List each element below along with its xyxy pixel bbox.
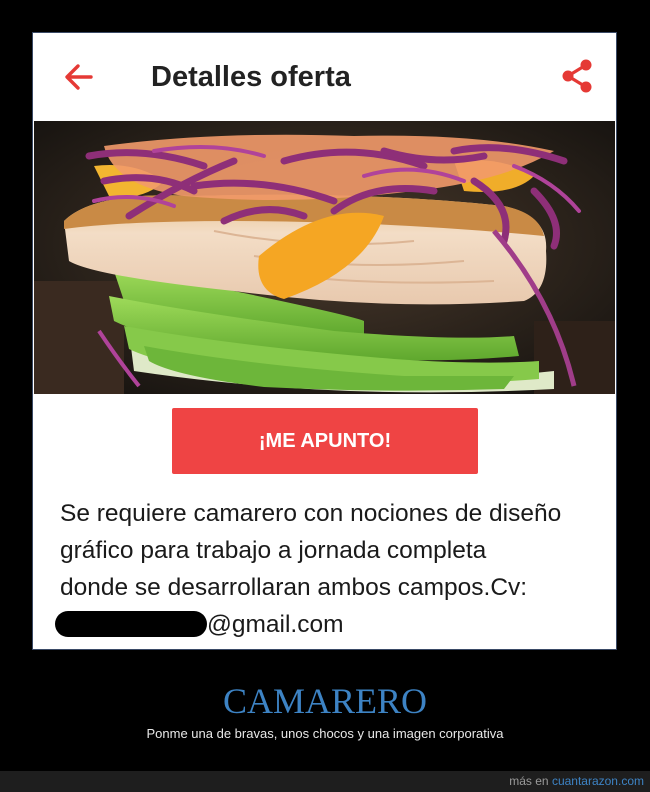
share-icon bbox=[562, 59, 592, 93]
app-header: Detalles oferta bbox=[33, 33, 616, 121]
site-link[interactable]: cuantarazon.com bbox=[552, 774, 644, 788]
app-screen: Detalles oferta ¡ME APUNTO! Se requiere … bbox=[32, 32, 617, 650]
share-button[interactable] bbox=[558, 57, 596, 95]
offer-photo bbox=[34, 121, 615, 394]
footer-prefix: más en bbox=[509, 774, 549, 788]
offer-description: Se requiere camarero con nociones de dis… bbox=[55, 495, 600, 643]
apply-button[interactable]: ¡ME APUNTO! bbox=[172, 408, 478, 474]
site-footer: más en cuantarazon.com bbox=[0, 771, 650, 792]
caption-title: CAMARERO bbox=[222, 681, 428, 721]
email-suffix: @gmail.com bbox=[207, 611, 344, 638]
description-line: gráfico para trabajo a jornada completa bbox=[60, 537, 487, 564]
footer-text: más en cuantarazon.com bbox=[509, 774, 644, 788]
description-line: donde se desarrollaran ambos campos.Cv: bbox=[60, 574, 528, 601]
description-line: Se requiere camarero con nociones de dis… bbox=[60, 500, 562, 527]
redaction-bar bbox=[55, 611, 207, 637]
page-title: Detalles oferta bbox=[151, 61, 351, 93]
back-button[interactable] bbox=[61, 59, 97, 95]
arrow-left-icon bbox=[65, 64, 93, 90]
email-line: @gmail.com bbox=[55, 606, 600, 643]
caption-subtitle: Ponme una de bravas, unos chocos y una i… bbox=[146, 726, 504, 741]
